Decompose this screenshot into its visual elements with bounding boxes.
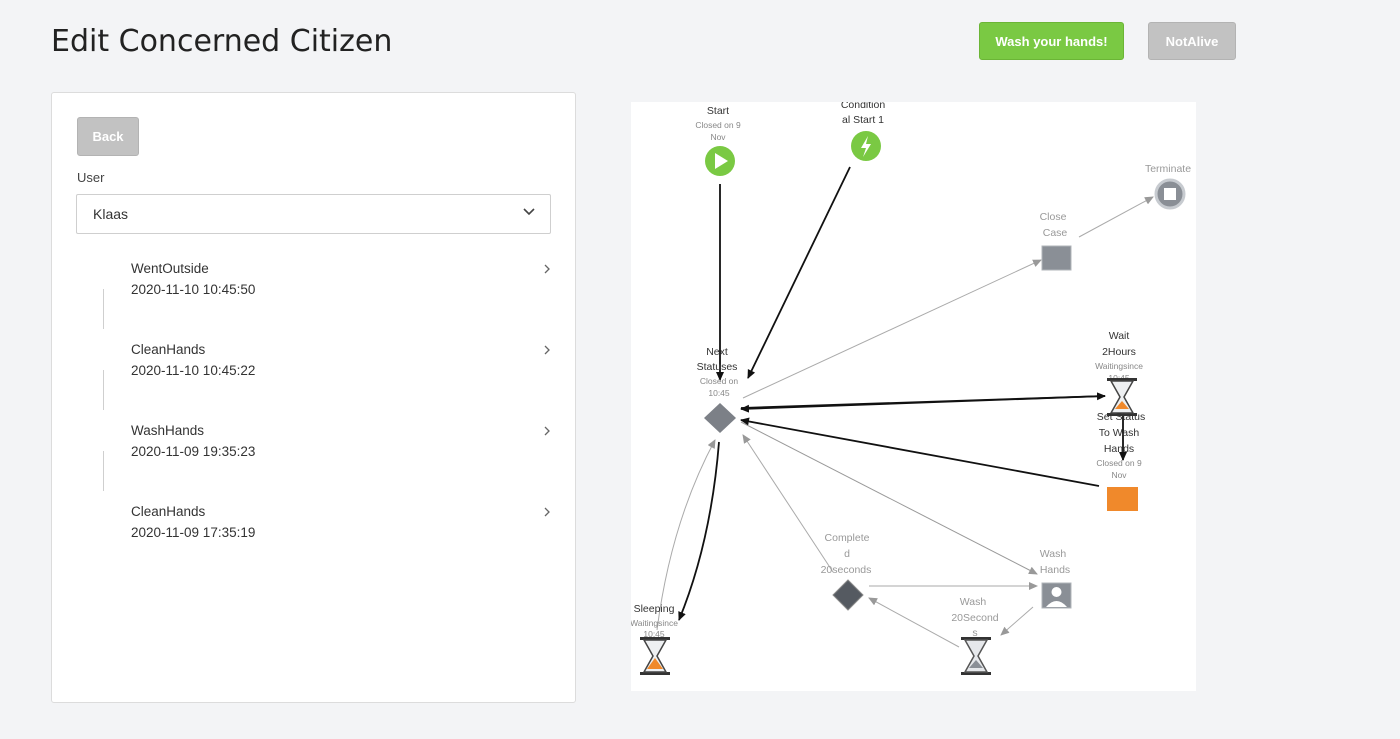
node-next-sub: 10:45 — [708, 388, 730, 398]
user-task-icon — [1041, 582, 1072, 609]
timeline-connector — [103, 289, 104, 329]
page-title: Edit Concerned Citizen — [51, 24, 393, 59]
history-item-time: 2020-11-09 19:35:23 — [131, 444, 256, 459]
history-item-name: CleanHands — [131, 342, 206, 357]
node-cond-label: Condition — [841, 102, 886, 111]
back-button[interactable]: Back — [77, 117, 139, 156]
node-cond-label: al Start 1 — [842, 114, 884, 126]
node-sleeping[interactable]: Sleeping Waitingsince 10:45 — [631, 603, 678, 675]
chevron-right-icon — [544, 345, 550, 355]
node-wait-sub: Waitingsince — [1095, 361, 1143, 371]
process-diagram: Start Closed on 9 Nov Condition al Start… — [631, 102, 1196, 691]
not-alive-button[interactable]: NotAlive — [1148, 22, 1236, 60]
history-item[interactable]: WashHands 2020-11-09 19:35:23 — [131, 423, 551, 483]
node-close-case[interactable]: Close Case — [1040, 211, 1072, 271]
node-next-sub: Closed on — [700, 376, 739, 386]
hourglass-icon — [961, 637, 991, 675]
node-start-sub: Closed on 9 — [695, 120, 741, 130]
user-select[interactable]: Klaas — [76, 194, 551, 234]
edge-close-to-terminate — [1078, 196, 1154, 238]
node-wash-hands[interactable]: Wash Hands — [1040, 548, 1072, 609]
node-terminate[interactable]: Terminate — [1145, 163, 1191, 210]
chevron-right-icon — [544, 426, 550, 436]
timeline-connector — [103, 370, 104, 410]
edge-condstart-to-next — [747, 166, 851, 379]
node-setstatus-sub: Closed on 9 — [1096, 458, 1142, 468]
node-wait-2hours[interactable]: Wait 2Hours Waitingsince 10:45 — [1095, 330, 1143, 416]
node-wash20-label: 20Second — [951, 612, 998, 624]
history-item-time: 2020-11-09 17:35:19 — [131, 525, 256, 540]
task-box-icon — [1041, 245, 1072, 271]
node-wash20-label: Wash — [960, 596, 987, 608]
node-start-label: Start — [707, 105, 729, 117]
history-item[interactable]: WentOutside 2020-11-10 10:45:50 — [131, 261, 551, 321]
gateway-diamond-icon — [832, 579, 864, 611]
edge-next-to-close — [742, 259, 1042, 399]
edge-washhands-to-wash20 — [1000, 606, 1034, 636]
node-start-sub: Nov — [710, 132, 726, 142]
edge-wait-to-next — [740, 395, 1106, 413]
chevron-right-icon — [544, 507, 550, 517]
node-next-label: Statuses — [697, 361, 738, 373]
chevron-down-icon — [523, 208, 535, 216]
node-completed-label: 20seconds — [821, 564, 872, 576]
hourglass-icon — [640, 637, 670, 675]
node-start[interactable]: Start Closed on 9 Nov — [695, 105, 741, 176]
history-item-time: 2020-11-10 10:45:50 — [131, 282, 256, 297]
process-diagram-canvas: Start Closed on 9 Nov Condition al Start… — [631, 102, 1191, 675]
history-item[interactable]: CleanHands 2020-11-09 17:35:19 — [131, 504, 551, 564]
gateway-diamond-icon — [704, 403, 736, 433]
node-washhands-label: Hands — [1040, 564, 1070, 576]
node-setstatus-label: Hands — [1104, 443, 1134, 455]
chevron-right-icon — [544, 264, 550, 274]
node-setstatus-label: To Wash — [1099, 427, 1140, 439]
user-select-value: Klaas — [93, 206, 129, 222]
node-close-label: Case — [1043, 227, 1068, 239]
node-completed-label: Complete — [825, 532, 870, 544]
edge-wash20-to-completed — [868, 597, 960, 648]
node-set-status[interactable]: Set Status To Wash Hands Closed on 9 Nov — [1096, 411, 1145, 511]
node-setstatus-sub: Nov — [1111, 470, 1127, 480]
history-item-name: WentOutside — [131, 261, 209, 276]
history-item[interactable]: CleanHands 2020-11-10 10:45:22 — [131, 342, 551, 402]
user-label: User — [77, 170, 105, 185]
edge-next-to-sleeping — [678, 441, 720, 621]
node-washhands-label: Wash — [1040, 548, 1067, 560]
node-wait-label: Wait — [1109, 330, 1130, 342]
history-item-time: 2020-11-10 10:45:22 — [131, 363, 256, 378]
task-box-icon — [1107, 487, 1138, 511]
node-completed-label: d — [844, 548, 850, 560]
node-completed-20seconds[interactable]: Complete d 20seconds — [821, 532, 872, 611]
node-terminate-label: Terminate — [1145, 163, 1191, 175]
node-sleeping-sub: Waitingsince — [631, 618, 678, 628]
edge-completed-to-next — [742, 434, 834, 573]
history-item-name: WashHands — [131, 423, 205, 438]
history-item-name: CleanHands — [131, 504, 206, 519]
node-close-label: Close — [1040, 211, 1067, 223]
node-wait-label: 2Hours — [1102, 346, 1136, 358]
node-setstatus-label: Set Status — [1097, 411, 1145, 423]
wash-hands-button[interactable]: Wash your hands! — [979, 22, 1124, 60]
node-conditional-start[interactable]: Condition al Start 1 — [841, 102, 886, 161]
case-panel: Back User Klaas WentOutside 2020-11-10 1… — [51, 92, 576, 703]
edge-next-to-washhands — [740, 421, 1038, 575]
edge-setstatus-to-next — [740, 417, 1100, 487]
node-next-label: Next — [706, 346, 728, 358]
node-sleeping-label: Sleeping — [634, 603, 675, 615]
node-wash-20seconds[interactable]: Wash 20Second s — [951, 596, 999, 675]
node-next-statuses[interactable]: Next Statuses Closed on 10:45 — [697, 346, 739, 433]
timeline-connector — [103, 451, 104, 491]
